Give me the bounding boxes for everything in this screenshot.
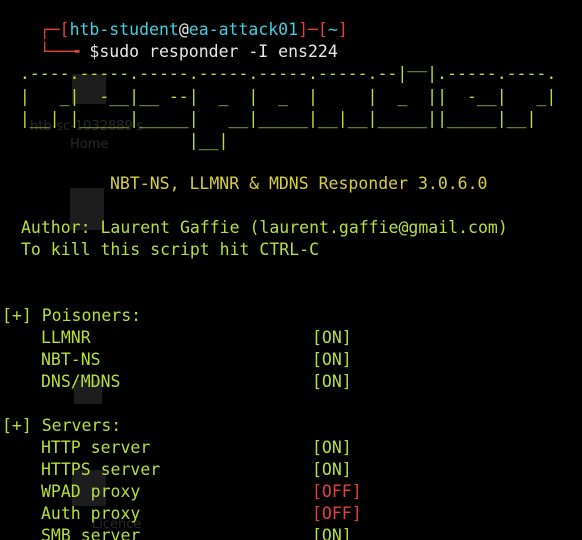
server-name-wpad: WPAD proxy xyxy=(41,482,141,501)
servers-header: [+] Servers: xyxy=(2,416,122,435)
server-name-https: HTTPS server xyxy=(41,460,161,479)
server-name-smb: SMB server xyxy=(41,526,141,540)
banner-line-2: .----.-----.-----.-----.-----.-----.--| … xyxy=(0,64,557,83)
command-line: └──╼ $sudo responder -I ens224 xyxy=(0,19,338,61)
server-status-wpad: [OFF] xyxy=(312,482,362,501)
responder-title: NBT-NS, LLMNR & MDNS Responder 3.0.6.0 xyxy=(110,174,488,193)
server-status-auth: [OFF] xyxy=(312,504,362,523)
poisoners-header: [+] Poisoners: xyxy=(2,306,142,325)
server-status-smb: [ON] xyxy=(312,526,352,540)
server-name-auth: Auth proxy xyxy=(41,504,141,523)
banner-line-4: |__| |_____|_____| __|_____|__|__|_____|… xyxy=(0,109,537,128)
banner-line-5: |__| xyxy=(0,131,229,150)
prompt-line: ┌─[htb-student@ea-attack01]─[~] xyxy=(0,0,348,39)
server-status-http: [ON] xyxy=(312,438,352,457)
poisoner-status-llmnr: [ON] xyxy=(312,328,352,347)
poisoner-name-nbtns: NBT-NS xyxy=(41,350,101,369)
poisoner-name-dnsmdns: DNS/MDNS xyxy=(41,372,121,391)
author-line: Author: Laurent Gaffie (laurent.gaffie@g… xyxy=(21,218,508,237)
kill-hint-line: To kill this script hit CTRL-C xyxy=(21,240,320,259)
poisoner-status-dnsmdns: [ON] xyxy=(312,372,352,391)
poisoner-name-llmnr: LLMNR xyxy=(41,328,91,347)
server-name-http: HTTP server xyxy=(41,438,151,457)
prompt-bracket-close: ] xyxy=(337,20,348,39)
server-status-https: [ON] xyxy=(312,460,352,479)
terminal-window[interactable]: htb-sc-1032889's Home Licence ┌─[htb-stu… xyxy=(0,0,582,540)
poisoner-status-nbtns: [ON] xyxy=(312,350,352,369)
banner-line-3: | _| -__|__ --| _ | _ | | _ || -__| _| xyxy=(0,87,557,106)
